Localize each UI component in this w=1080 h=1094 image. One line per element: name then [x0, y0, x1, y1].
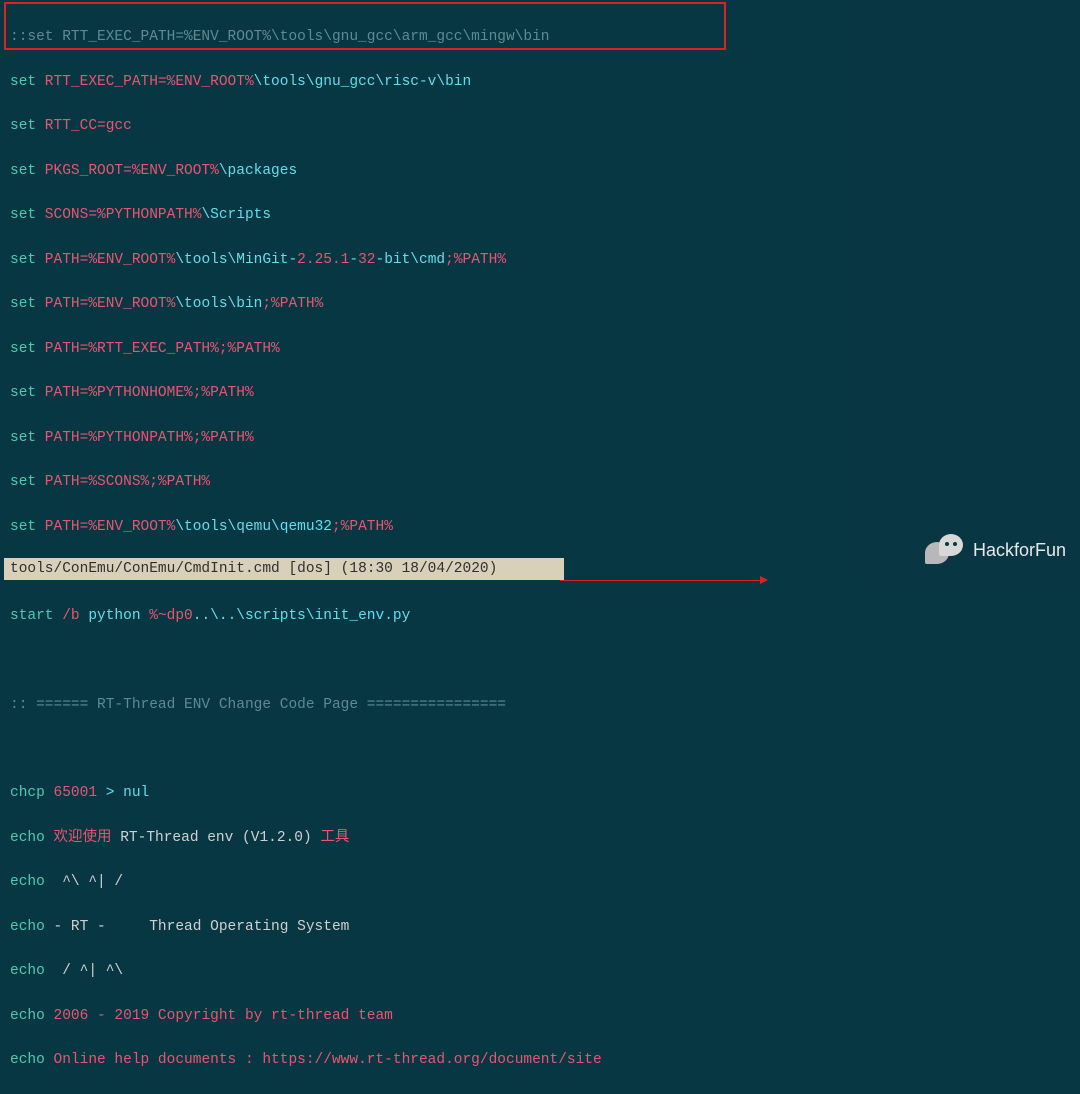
code-line-16: echo 欢迎使用 RT-Thread env (V1.2.0) 工具: [0, 827, 1080, 849]
code-line-19: echo / ^| ^\: [0, 960, 1080, 982]
code-line-11: set PATH=%SCONS%;%PATH%: [0, 471, 1080, 493]
code-line-8: set PATH=%RTT_EXEC_PATH%;%PATH%: [0, 338, 1080, 360]
code-line-1: ::set RTT_EXEC_PATH=%ENV_ROOT%\tools\gnu…: [0, 26, 1080, 48]
code-line-18: echo - RT - Thread Operating System: [0, 916, 1080, 938]
arrow-annotation: [560, 580, 760, 586]
code-line-10: set PATH=%PYTHONPATH%;%PATH%: [0, 427, 1080, 449]
watermark-text: HackforFun: [973, 537, 1066, 565]
code-line-7: set PATH=%ENV_ROOT%\tools\bin;%PATH%: [0, 293, 1080, 315]
code-line-4: set PKGS_ROOT=%ENV_ROOT%\packages: [0, 160, 1080, 182]
code-line-12: set PATH=%ENV_ROOT%\tools\qemu\qemu32;%P…: [0, 516, 1080, 538]
code-line-9: set PATH=%PYTHONHOME%;%PATH%: [0, 382, 1080, 404]
wechat-icon: [925, 534, 967, 568]
comment-line: ::set RTT_EXEC_PATH=%ENV_ROOT%\tools\gnu…: [10, 29, 550, 45]
code-line-17: echo ^\ ^| /: [0, 871, 1080, 893]
status-timestamp: (18:30 18/04/2020): [341, 558, 498, 580]
code-line-21: echo Online help documents : https://www…: [0, 1049, 1080, 1071]
code-line-15: chcp 65001 > nul: [0, 782, 1080, 804]
status-mode: [dos]: [288, 558, 332, 580]
editor-status-bar: tools/ConEmu/ConEmu/CmdInit.cmd [dos] (1…: [4, 558, 564, 580]
code-line-6: set PATH=%ENV_ROOT%\tools\MinGit-2.25.1-…: [0, 249, 1080, 271]
code-line-blank2: [0, 649, 1080, 671]
code-line-20: echo 2006 - 2019 Copyright by rt-thread …: [0, 1005, 1080, 1027]
status-filepath: tools/ConEmu/ConEmu/CmdInit.cmd: [10, 558, 280, 580]
code-line-14: :: ====== RT-Thread ENV Change Code Page…: [0, 694, 1080, 716]
watermark: HackforFun: [925, 534, 1066, 568]
code-line-13: start /b python %~dp0..\..\scripts\init_…: [0, 605, 1080, 627]
code-line-2: set RTT_EXEC_PATH=%ENV_ROOT%\tools\gnu_g…: [0, 71, 1080, 93]
code-line-3: set RTT_CC=gcc: [0, 115, 1080, 137]
code-line-blank3: [0, 738, 1080, 760]
code-line-5: set SCONS=%PYTHONPATH%\Scripts: [0, 204, 1080, 226]
code-editor-content: ::set RTT_EXEC_PATH=%ENV_ROOT%\tools\gnu…: [0, 0, 1080, 1094]
